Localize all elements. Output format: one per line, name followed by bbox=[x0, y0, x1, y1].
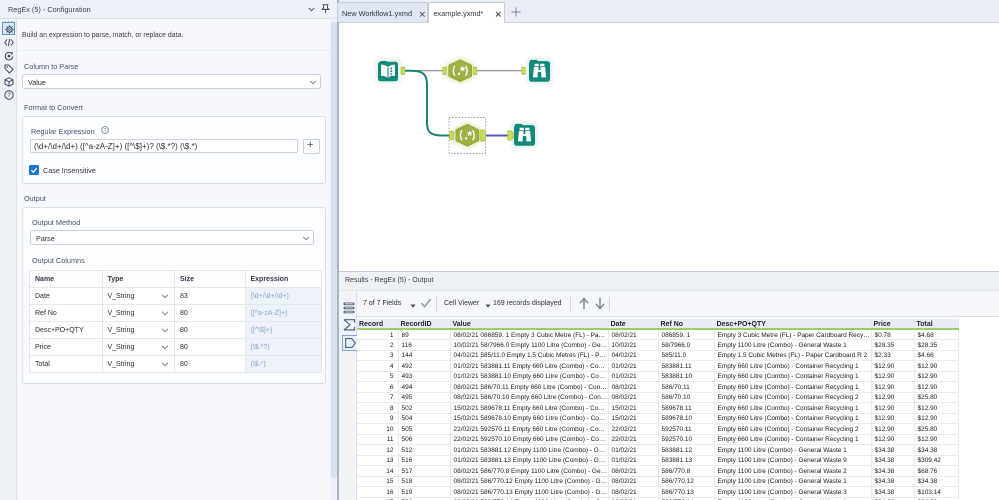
svg-text:?: ? bbox=[104, 128, 107, 134]
